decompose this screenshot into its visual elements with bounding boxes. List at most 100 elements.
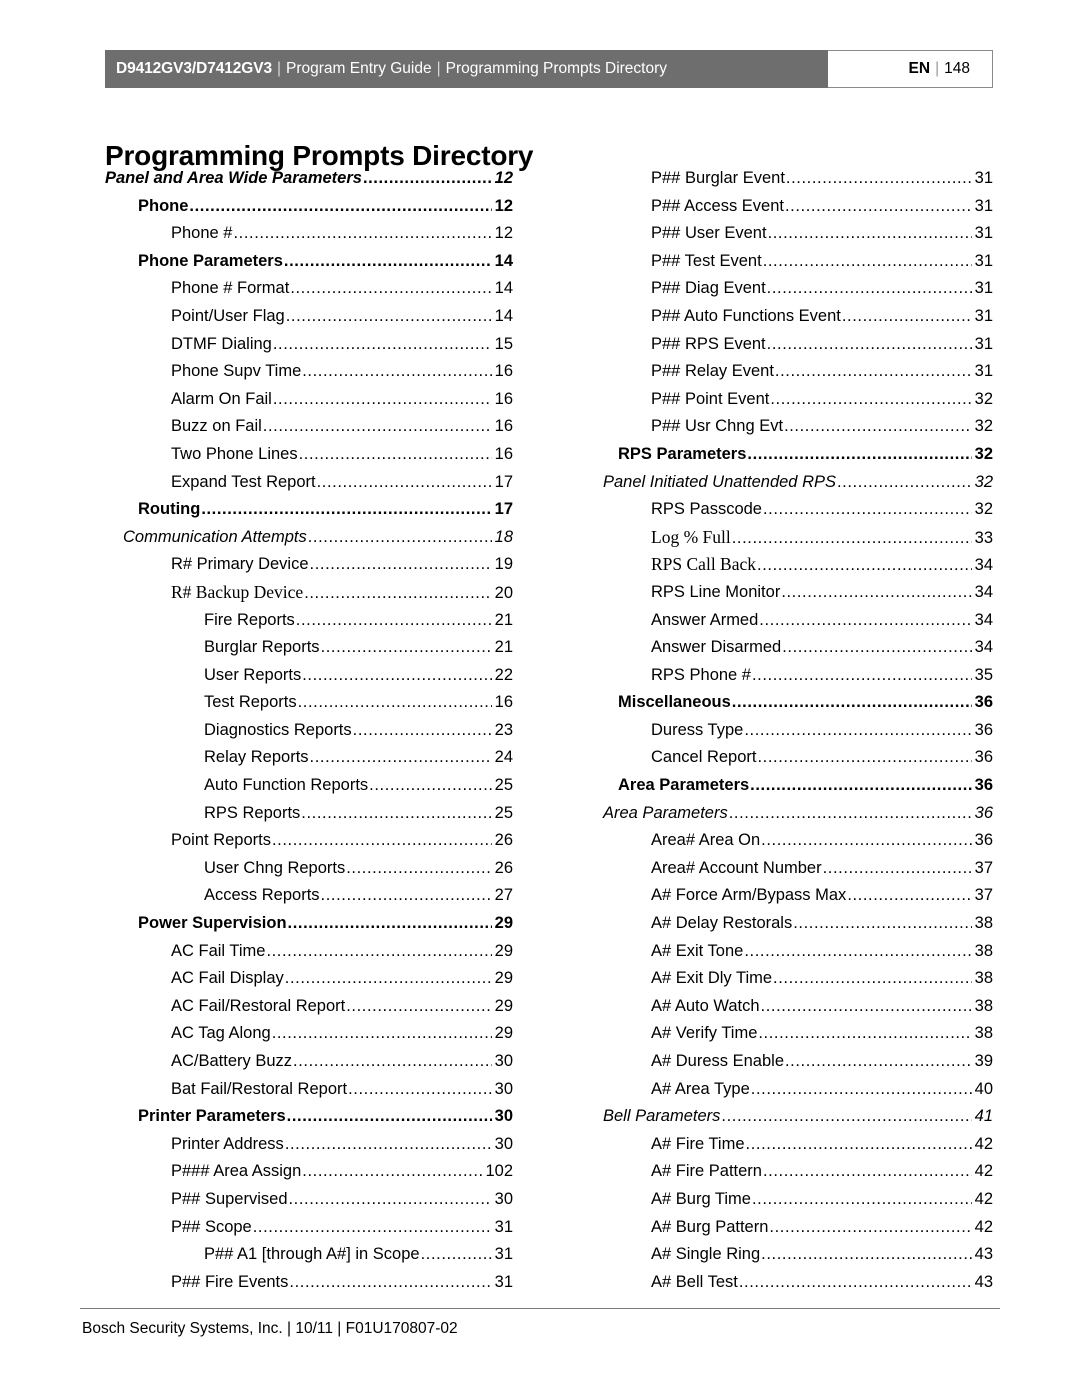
- toc-entry[interactable]: P### Area Assign........................…: [105, 1158, 513, 1186]
- toc-entry[interactable]: Duress Type.............................…: [585, 717, 993, 745]
- toc-entry[interactable]: Bat Fail/Restoral Report................…: [105, 1076, 513, 1104]
- toc-dot-leader: ........................................…: [362, 169, 492, 187]
- toc-entry-page-number: 38: [974, 1024, 993, 1043]
- toc-entry[interactable]: Access Reports..........................…: [105, 882, 513, 910]
- toc-entry[interactable]: AC Fail Time............................…: [105, 938, 513, 966]
- toc-entry[interactable]: Bell Parameters.........................…: [585, 1103, 993, 1131]
- toc-entry[interactable]: R# Primary Device.......................…: [105, 551, 513, 579]
- toc-entry[interactable]: Routing.................................…: [105, 496, 513, 524]
- toc-entry[interactable]: User Reports............................…: [105, 662, 513, 690]
- toc-entry[interactable]: P## RPS Event...........................…: [585, 331, 993, 359]
- toc-entry[interactable]: A# Delay Restorals......................…: [585, 910, 993, 938]
- toc-entry[interactable]: Answer Armed............................…: [585, 607, 993, 635]
- toc-entry[interactable]: A# Area Type............................…: [585, 1076, 993, 1104]
- toc-entry[interactable]: Cancel Report...........................…: [585, 744, 993, 772]
- toc-entry[interactable]: AC Tag Along............................…: [105, 1020, 513, 1048]
- toc-entry-label: Fire Reports: [204, 610, 295, 629]
- footer-text: Bosch Security Systems, Inc. | 10/11 | F…: [82, 1320, 458, 1337]
- toc-entry[interactable]: Panel Initiated Unattended RPS..........…: [585, 469, 993, 497]
- toc-columns: Panel and Area Wide Parameters..........…: [105, 165, 993, 1296]
- toc-entry[interactable]: P## Burglar Event.......................…: [585, 165, 993, 193]
- toc-entry[interactable]: Phone Parameters........................…: [105, 248, 513, 276]
- toc-entry[interactable]: A# Exit Tone............................…: [585, 938, 993, 966]
- toc-entry[interactable]: A# Verify Time..........................…: [585, 1020, 993, 1048]
- toc-entry[interactable]: RPS Reports.............................…: [105, 800, 513, 828]
- toc-entry[interactable]: AC Fail/Restoral Report.................…: [105, 993, 513, 1021]
- toc-entry-page-number: 34: [974, 556, 993, 575]
- toc-entry-label: Phone Parameters: [138, 251, 283, 270]
- toc-entry-label: Miscellaneous: [618, 693, 731, 712]
- toc-entry[interactable]: Phone # Format..........................…: [105, 275, 513, 303]
- toc-entry[interactable]: Test Reports............................…: [105, 689, 513, 717]
- toc-entry[interactable]: P## A1 [through A#] in Scope............…: [105, 1241, 513, 1269]
- toc-entry[interactable]: A# Burg Pattern.........................…: [585, 1214, 993, 1242]
- toc-entry[interactable]: RPS Call Back...........................…: [585, 551, 993, 579]
- toc-entry[interactable]: Point Reports...........................…: [105, 827, 513, 855]
- toc-entry[interactable]: AC/Battery Buzz.........................…: [105, 1048, 513, 1076]
- toc-entry[interactable]: Phone Supv Time.........................…: [105, 358, 513, 386]
- toc-entry[interactable]: Communication Attempts..................…: [105, 524, 513, 552]
- toc-entry[interactable]: P## User Event..........................…: [585, 220, 993, 248]
- toc-entry[interactable]: A# Fire Time............................…: [585, 1131, 993, 1159]
- toc-dot-leader: ........................................…: [289, 1272, 492, 1291]
- toc-entry[interactable]: A# Burg Time............................…: [585, 1186, 993, 1214]
- toc-entry[interactable]: Diagnostics Reports.....................…: [105, 717, 513, 745]
- toc-entry[interactable]: RPS Line Monitor........................…: [585, 579, 993, 607]
- toc-entry[interactable]: Fire Reports............................…: [105, 607, 513, 635]
- toc-entry[interactable]: Area Parameters.........................…: [585, 772, 993, 800]
- toc-entry[interactable]: Area# Account Number....................…: [585, 855, 993, 883]
- toc-entry[interactable]: P## Fire Events.........................…: [105, 1269, 513, 1297]
- toc-entry[interactable]: Area# Area On...........................…: [585, 827, 993, 855]
- toc-entry[interactable]: Phone #.................................…: [105, 220, 513, 248]
- toc-entry[interactable]: P## Auto Functions Event................…: [585, 303, 993, 331]
- toc-dot-leader: ........................................…: [757, 748, 972, 767]
- toc-entry[interactable]: RPS Parameters..........................…: [585, 441, 993, 469]
- toc-dot-leader: ........................................…: [293, 1052, 492, 1070]
- toc-entry[interactable]: User Chng Reports.......................…: [105, 855, 513, 883]
- toc-entry-label: P## A1 [through A#] in Scope: [204, 1245, 420, 1264]
- toc-entry[interactable]: A# Force Arm/Bypass Max.................…: [585, 882, 993, 910]
- toc-entry[interactable]: Panel and Area Wide Parameters..........…: [105, 165, 513, 193]
- toc-entry-page-number: 40: [974, 1079, 993, 1098]
- toc-entry[interactable]: P## Point Event.........................…: [585, 386, 993, 414]
- toc-entry[interactable]: Buzz on Fail............................…: [105, 413, 513, 441]
- toc-entry-label: A# Delay Restorals: [651, 914, 793, 933]
- toc-entry[interactable]: Area Parameters.........................…: [585, 800, 993, 828]
- toc-entry[interactable]: P## Usr Chng Evt........................…: [585, 413, 993, 441]
- toc-entry[interactable]: A# Auto Watch...........................…: [585, 993, 993, 1021]
- toc-entry[interactable]: AC Fail Display.........................…: [105, 965, 513, 993]
- toc-entry[interactable]: A# Fire Pattern.........................…: [585, 1158, 993, 1186]
- toc-entry[interactable]: Log % Full..............................…: [585, 524, 993, 552]
- toc-entry[interactable]: RPS Passcode............................…: [585, 496, 993, 524]
- toc-entry[interactable]: Auto Function Reports...................…: [105, 772, 513, 800]
- toc-entry[interactable]: P## Diag Event..........................…: [585, 275, 993, 303]
- toc-entry[interactable]: Phone...................................…: [105, 193, 513, 221]
- toc-entry[interactable]: P## Access Event........................…: [585, 193, 993, 221]
- toc-entry[interactable]: A# Exit Dly Time........................…: [585, 965, 993, 993]
- toc-entry[interactable]: Power Supervision.......................…: [105, 910, 513, 938]
- toc-entry[interactable]: Miscellaneous...........................…: [585, 689, 993, 717]
- toc-entry[interactable]: Answer Disarmed.........................…: [585, 634, 993, 662]
- toc-entry[interactable]: Printer Address.........................…: [105, 1131, 513, 1159]
- toc-entry[interactable]: Burglar Reports.........................…: [105, 634, 513, 662]
- toc-entry[interactable]: P## Test Event..........................…: [585, 248, 993, 276]
- toc-entry[interactable]: A# Bell Test............................…: [585, 1269, 993, 1297]
- toc-entry[interactable]: Expand Test Report......................…: [105, 469, 513, 497]
- header-language-code: EN: [908, 60, 931, 77]
- toc-entry-label: Routing: [138, 500, 201, 519]
- toc-entry[interactable]: P## Supervised..........................…: [105, 1186, 513, 1214]
- toc-entry[interactable]: A# Single Ring..........................…: [585, 1241, 993, 1269]
- toc-dot-leader: ........................................…: [287, 914, 492, 933]
- toc-entry[interactable]: Two Phone Lines.........................…: [105, 441, 513, 469]
- toc-entry[interactable]: RPS Phone #.............................…: [585, 662, 993, 690]
- toc-entry[interactable]: A# Duress Enable........................…: [585, 1048, 993, 1076]
- toc-entry[interactable]: P## Relay Event.........................…: [585, 358, 993, 386]
- toc-entry[interactable]: Relay Reports...........................…: [105, 744, 513, 772]
- toc-entry[interactable]: Printer Parameters......................…: [105, 1103, 513, 1131]
- toc-entry[interactable]: P## Scope...............................…: [105, 1214, 513, 1242]
- toc-dot-leader: ........................................…: [316, 472, 492, 491]
- toc-entry[interactable]: Alarm On Fail...........................…: [105, 386, 513, 414]
- toc-entry[interactable]: R# Backup Device........................…: [105, 579, 513, 607]
- toc-entry[interactable]: DTMF Dialing............................…: [105, 331, 513, 359]
- toc-entry[interactable]: Point/User Flag.........................…: [105, 303, 513, 331]
